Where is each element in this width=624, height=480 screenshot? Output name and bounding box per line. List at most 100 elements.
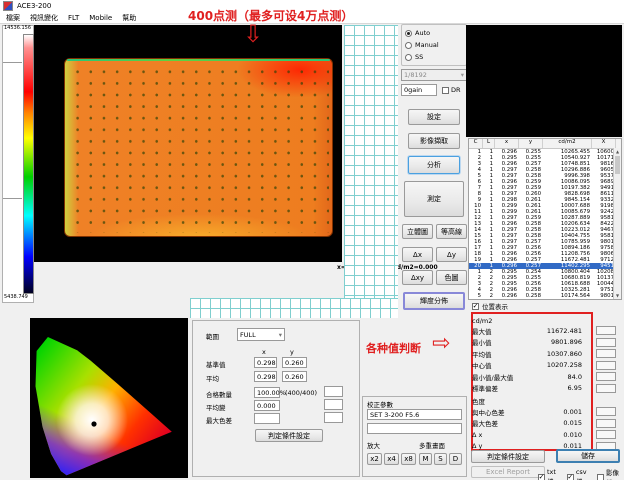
radio-icon[interactable] [405,30,412,37]
stat-row: 平均值10307.860 [472,348,622,360]
measure-button[interactable]: 測定 [404,181,464,217]
view3d-button[interactable]: 立體圖 [402,224,433,239]
ref-y-field[interactable]: 0.260 [282,357,307,368]
menu-item-2[interactable]: FLT [68,14,79,22]
luminance-dist-button[interactable]: 輝度分佈 [403,292,465,310]
pass-result-box [324,386,343,397]
avg-y-field[interactable]: 0.260 [282,371,307,382]
stats-section-title: cd/m2 [472,313,622,325]
delta-xy-button[interactable]: Δxy [402,270,433,285]
contour-button[interactable]: 等高線 [436,224,467,239]
stat-judge-box [596,407,616,416]
range-select[interactable]: FULL ▾ [237,328,285,341]
radio-label: SS [415,53,423,61]
zoom-x4-button[interactable]: x4 [384,453,399,465]
calib-value: SET 3-200 F5.6 [370,411,419,419]
stat-judge-box [596,419,616,428]
radio-row-auto[interactable]: Auto [405,27,463,39]
file-check-2[interactable]: 影像檔 [597,467,624,480]
save-button[interactable]: 儲存 [556,449,620,463]
calib-field-2[interactable] [367,423,462,434]
stat-value: 11672.481 [530,327,582,335]
multi-m-button[interactable]: M [419,453,432,465]
position-display-checkbox[interactable]: ✓ [472,303,479,310]
colormap-button[interactable]: 色圖 [436,270,467,285]
radio-icon[interactable] [405,42,412,49]
avg-x-value: 0.298 [257,373,276,381]
radio-icon[interactable] [405,54,412,61]
ref-x-field[interactable]: 0.298 [254,357,277,368]
checkbox-icon[interactable]: ✓ [567,474,574,480]
measurement-image[interactable] [34,25,342,262]
judge-settings-button[interactable]: 判定條件設定 [255,429,323,442]
down-arrow-icon: ⇩ [243,22,263,46]
scroll-down-icon[interactable]: ▼ [614,292,621,299]
multi-screen-buttons: MSD [419,453,462,465]
analyze-button[interactable]: 分析 [408,156,460,174]
avg-x-field[interactable]: 0.298 [254,371,277,382]
color-scale-panel: 14536.156 5438.749 [2,25,34,303]
file-check-0[interactable]: ✓txt檔 [538,467,561,480]
multi-s-button[interactable]: S [434,453,447,465]
scrollbar-thumb[interactable] [615,156,620,174]
stat-judge-box [596,349,616,358]
multi-d-button[interactable]: D [449,453,462,465]
calibration-panel: 校正參數 SET 3-200 F5.6 放大 x2x4x8 多重畫面 MSD [362,396,467,477]
table-col-header: C [469,139,483,148]
table-scrollbar[interactable]: ▲ ▼ [613,148,621,299]
camera-preview[interactable] [466,25,622,137]
stat-label: 最小值 [472,337,530,347]
avg-label: 平均 [206,373,219,383]
judge-settings-button-2[interactable]: 判定條件設定 [471,450,545,463]
table-row[interactable]: 520.2960.25810174.5649801 [469,293,621,299]
col-y-header: y [290,348,294,356]
stat-row: Δ x0.010 [472,429,622,441]
chevron-down-icon: ▾ [461,71,464,79]
checkbox-icon[interactable]: ✓ [538,474,545,480]
radio-label: Auto [415,29,430,37]
maxdiff-field [254,413,280,424]
stat-row: 最小值/最大值84.0 [472,371,622,383]
menu-item-4[interactable]: 幫助 [122,13,136,23]
excel-report-button[interactable]: Excel Report [471,466,545,478]
zoom-x8-button[interactable]: x8 [401,453,416,465]
annotation-mid: 各种值判断 [366,340,421,356]
statistics-panel: cd/m2最大值11672.481最小值9801.896平均值10307.860… [472,313,622,452]
measurement-table[interactable]: CLxycd/m2X 110.2960.25510265.45510600210… [468,138,622,300]
delta-x-button[interactable]: Δx [402,247,433,262]
gain-field[interactable]: 0gain [401,84,437,96]
stats-section-title: 色度 [472,394,622,406]
menu-item-1[interactable]: 視訊變化 [30,13,58,23]
exposure-select[interactable]: 1/8192 ▾ [401,69,467,81]
checkbox-icon[interactable] [597,474,604,480]
calib-title: 校正參數 [367,399,393,409]
file-check-1[interactable]: ✓csv檔 [567,467,592,480]
dr-checkbox[interactable] [442,87,449,94]
radio-label: Manual [415,41,439,49]
zoom-x2-button[interactable]: x2 [367,453,382,465]
top-edge-highlight [67,59,330,61]
stat-value: 0.001 [530,408,582,416]
stat-value: 9801.896 [530,338,582,346]
menu-item-3[interactable]: Mobile [89,14,112,22]
menu-item-0[interactable]: 檔案 [6,13,20,23]
stat-label: 最小值/最大值 [472,372,530,382]
avg-y-value: 0.260 [285,373,304,381]
delta-y-button[interactable]: Δy [436,247,467,262]
stat-row: 中心值10207.258 [472,360,622,372]
calib-field[interactable]: SET 3-200 F5.6 [367,409,462,420]
capture-button[interactable]: 影像擷取 [408,133,460,149]
settings-button[interactable]: 設定 [408,109,460,125]
scale-max-label: 14536.156 [4,25,31,31]
zoom-label: 放大 [367,440,380,450]
table-body[interactable]: 110.2960.25510265.45510600210.2950.25510… [469,149,621,299]
stat-value: 0.015 [530,419,582,427]
scroll-up-icon[interactable]: ▲ [614,148,621,155]
position-display-row[interactable]: ✓ 位置表示 [472,301,508,311]
dr-label: DR [451,86,461,94]
radio-row-ss[interactable]: SS [405,51,463,63]
drift-label: 平均變 [206,402,226,412]
col-x-header: x [262,348,266,356]
dr-checkbox-row[interactable]: DR [442,86,461,94]
radio-row-manual[interactable]: Manual [405,39,463,51]
